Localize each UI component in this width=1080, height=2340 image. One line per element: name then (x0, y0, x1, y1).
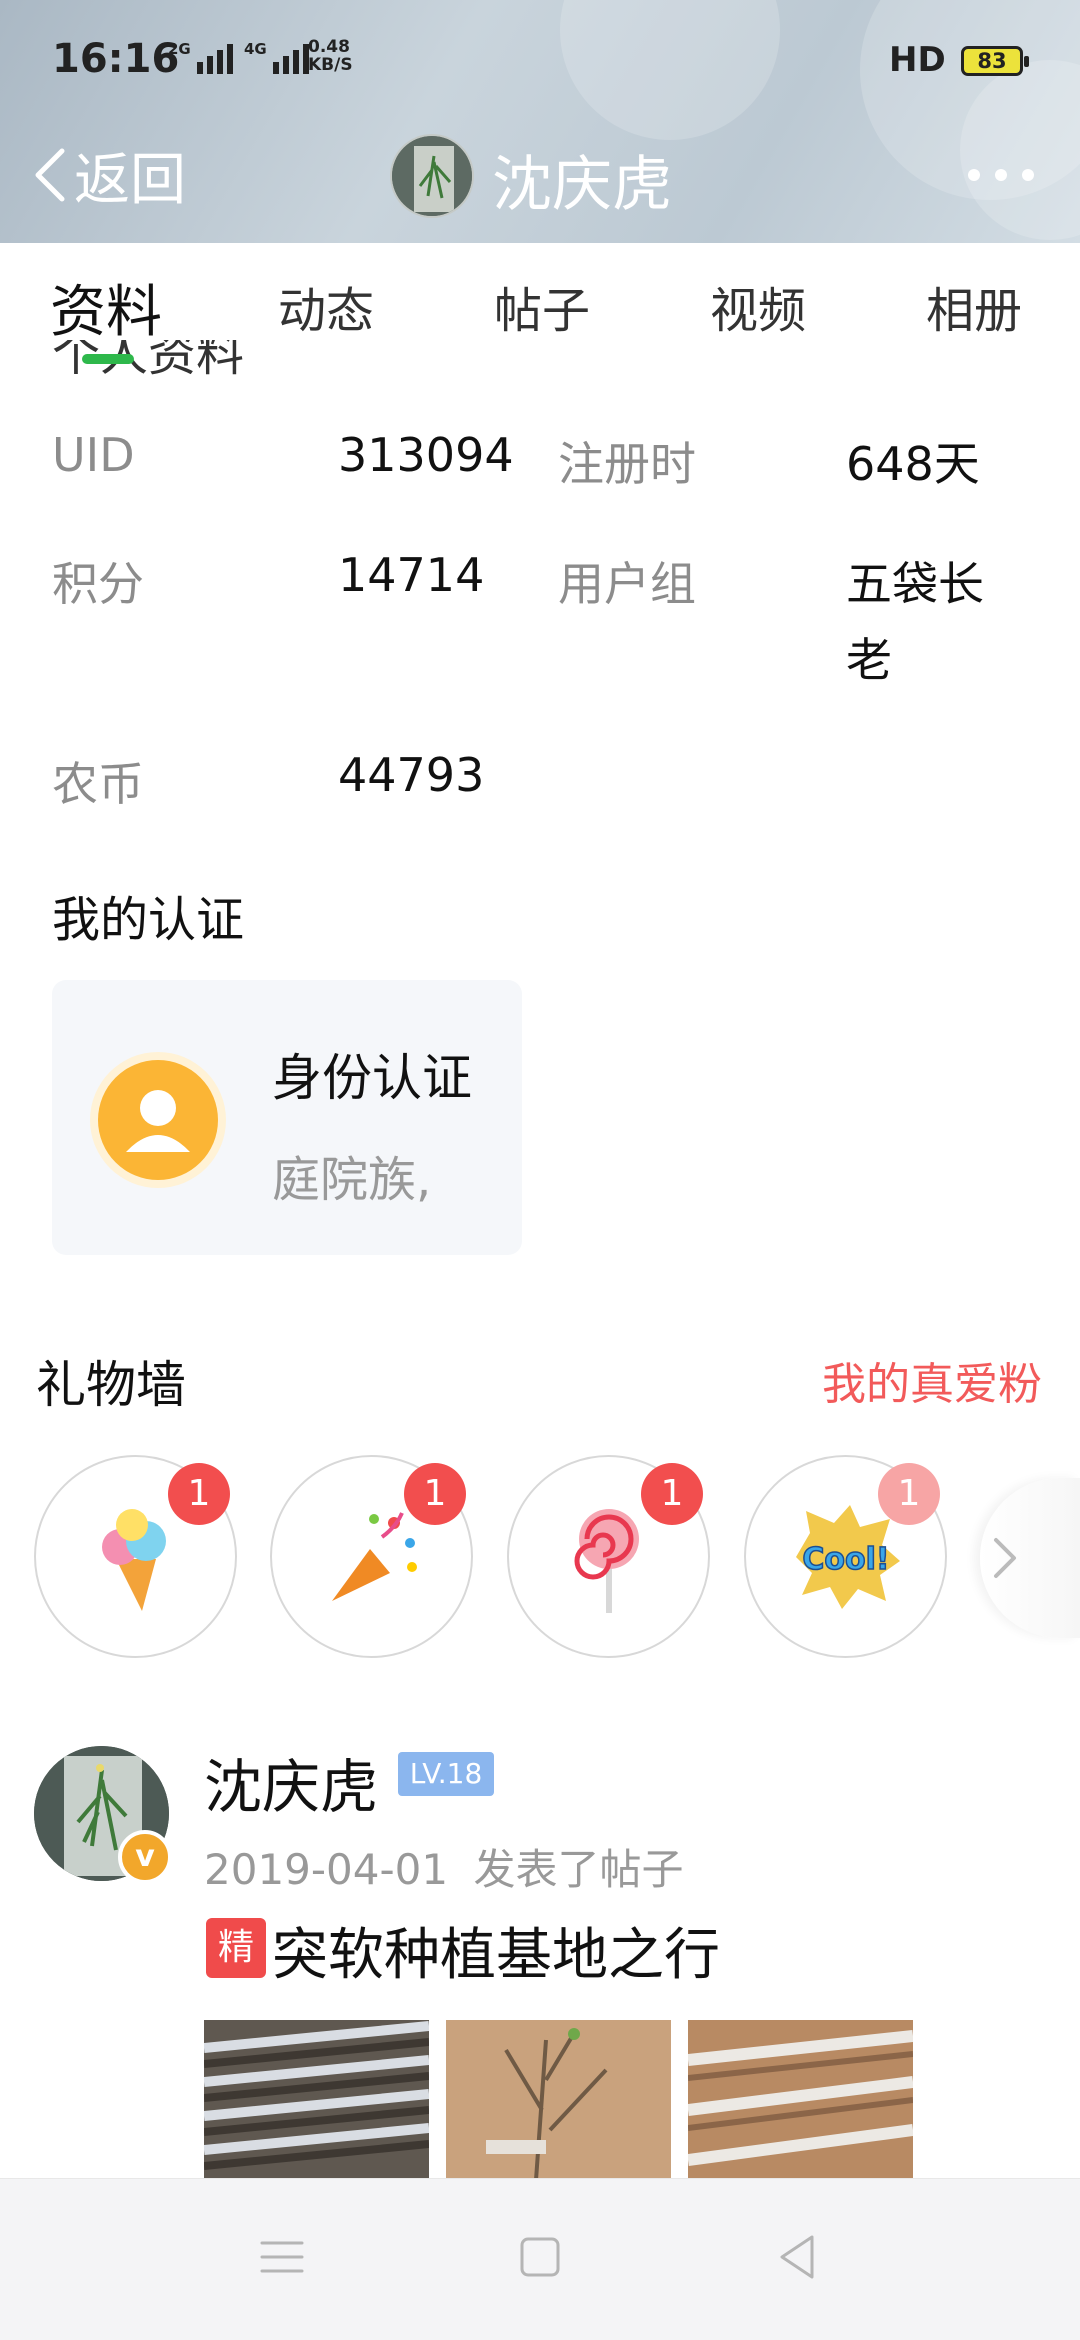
more-button[interactable] (968, 150, 1034, 200)
tab-posts[interactable]: 帖子 (494, 271, 590, 341)
more-icon (968, 169, 980, 181)
page-title: 沈庆虎 (492, 150, 672, 220)
info-key: 用户组 (558, 557, 696, 611)
header-avatar (390, 134, 474, 218)
info-key: 农币 (52, 757, 144, 811)
gift-count-badge: 1 (641, 1463, 703, 1525)
signal-icon: 4G (244, 42, 309, 74)
info-value: 44793 (338, 748, 485, 802)
info-key: 注册时 (558, 437, 696, 491)
post-image[interactable] (446, 2020, 671, 2180)
featured-badge: 精 (206, 1918, 266, 1978)
tab-profile[interactable]: 资料 (50, 267, 162, 348)
signal-2-label: 4G (244, 40, 267, 58)
gift-count-badge: 1 (168, 1463, 230, 1525)
net-speed-value: 0.48 (308, 37, 350, 57)
profile-header: 16:16 2G 4G 0.48 KB/S HD 83 返回 沈庆虎 (0, 0, 1080, 243)
gift-count-badge: 1 (404, 1463, 466, 1525)
feed-action: 发表了帖子 (473, 1845, 684, 1894)
back-label: 返回 (74, 147, 186, 213)
clock: 16:16 (52, 36, 180, 82)
chevron-left-icon (35, 148, 65, 202)
info-value: 648天 (846, 437, 980, 491)
gift-scroll-next-button[interactable] (980, 1478, 1080, 1638)
post-image[interactable] (688, 2020, 913, 2180)
feed-author-name[interactable]: 沈庆虎 (204, 1740, 378, 1824)
feed-date: 2019-04-01 (204, 1845, 449, 1894)
certification-name: 身份认证 (272, 1049, 472, 1107)
battery-icon: 83 (961, 46, 1029, 76)
status-bar: 16:16 2G 4G 0.48 KB/S HD 83 (0, 0, 1080, 120)
info-key: UID (52, 428, 135, 482)
info-value: 五袋长 (846, 557, 984, 611)
certification-title: 我的认证 (52, 892, 245, 948)
signal-icon: 2G (168, 42, 233, 74)
user-icon (90, 1052, 226, 1188)
hd-indicator: HD (889, 40, 946, 80)
back-button[interactable]: 返回 (30, 140, 186, 213)
menu-icon[interactable] (252, 2227, 312, 2287)
post-title[interactable]: 突软种植基地之行 (272, 1910, 720, 1991)
gift-wall-title: 礼物墙 (36, 1356, 186, 1414)
chevron-right-icon (994, 1538, 1016, 1578)
info-value: 14714 (338, 548, 485, 602)
cool-sticker-text: Cool! (802, 1542, 889, 1577)
level-badge: LV.18 (398, 1752, 494, 1796)
info-key: 积分 (52, 557, 144, 611)
tab-videos[interactable]: 视频 (710, 271, 806, 341)
info-value: 老 (846, 633, 892, 687)
net-speed-unit: KB/S (308, 55, 353, 75)
system-nav-bar (0, 2178, 1080, 2340)
home-icon[interactable] (510, 2227, 570, 2287)
post-image[interactable] (204, 2020, 429, 2180)
certification-card[interactable]: 身份认证 庭院族, (52, 980, 522, 1255)
tab-activity[interactable]: 动态 (278, 271, 374, 341)
feed-meta: 2019-04-01 发表了帖子 (204, 1836, 683, 1897)
tab-indicator (82, 354, 134, 364)
tab-album[interactable]: 相册 (926, 271, 1022, 341)
certification-desc: 庭院族, (272, 1152, 432, 1208)
battery-level: 83 (977, 49, 1007, 73)
signal-1-label: 2G (168, 40, 191, 58)
section-title-text: 个人资料 (52, 340, 245, 376)
true-fans-link[interactable]: 我的真爱粉 (822, 1348, 1042, 1412)
info-value: 313094 (338, 428, 514, 482)
gift-count-badge: 1 (878, 1463, 940, 1525)
verified-badge-icon: v (118, 1830, 172, 1884)
net-speed: 0.48 KB/S (308, 38, 353, 74)
back-nav-icon[interactable] (768, 2227, 828, 2287)
